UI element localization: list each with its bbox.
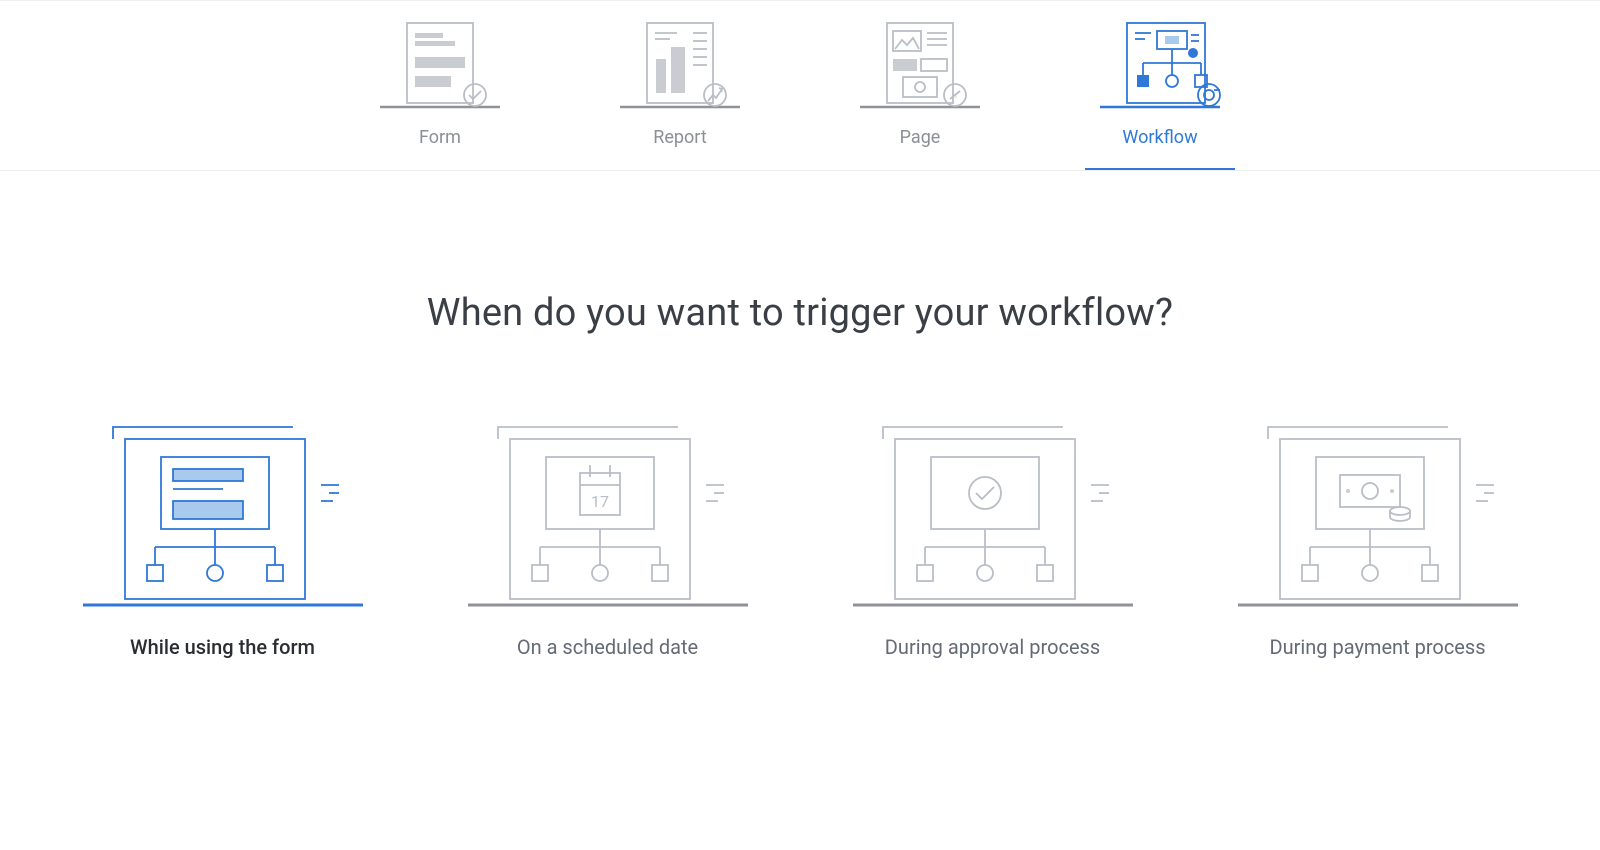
tab-page[interactable]: ‹ › Page [845, 19, 995, 170]
content-area: When do you want to trigger your workflo… [0, 171, 1600, 659]
tab-label: Report [653, 127, 706, 148]
page-doc-icon: ‹ › [855, 19, 985, 109]
option-payment-trigger[interactable]: During payment process [1215, 415, 1540, 659]
report-doc-icon [615, 19, 745, 109]
tab-label: Workflow [1122, 127, 1197, 148]
tab-report[interactable]: Report [605, 19, 755, 170]
option-approval-trigger[interactable]: During approval process [830, 415, 1155, 659]
calendar-day: 17 [591, 492, 609, 511]
tab-label: Page [900, 127, 941, 148]
option-label: On a scheduled date [517, 635, 698, 659]
form-doc-icon [375, 19, 505, 109]
form-trigger-icon [73, 415, 373, 615]
schedule-trigger-icon: 17 [458, 415, 758, 615]
workflow-doc-icon [1095, 19, 1225, 109]
payment-trigger-icon [1228, 415, 1528, 615]
tab-workflow[interactable]: Workflow [1085, 19, 1235, 170]
option-form-trigger[interactable]: While using the form [60, 415, 385, 659]
approval-trigger-icon [843, 415, 1143, 615]
tab-bar: Form Report [0, 0, 1600, 171]
page-heading: When do you want to trigger your workflo… [60, 291, 1540, 335]
tab-form[interactable]: Form [365, 19, 515, 170]
tab-label: Form [419, 127, 461, 148]
trigger-options: While using the form 17 [60, 415, 1540, 659]
option-schedule-trigger[interactable]: 17 On a scheduled date [445, 415, 770, 659]
svg-text:‹ ›: ‹ › [951, 93, 957, 101]
option-label: During approval process [885, 635, 1100, 659]
option-label: During payment process [1269, 635, 1485, 659]
option-label: While using the form [130, 635, 315, 659]
